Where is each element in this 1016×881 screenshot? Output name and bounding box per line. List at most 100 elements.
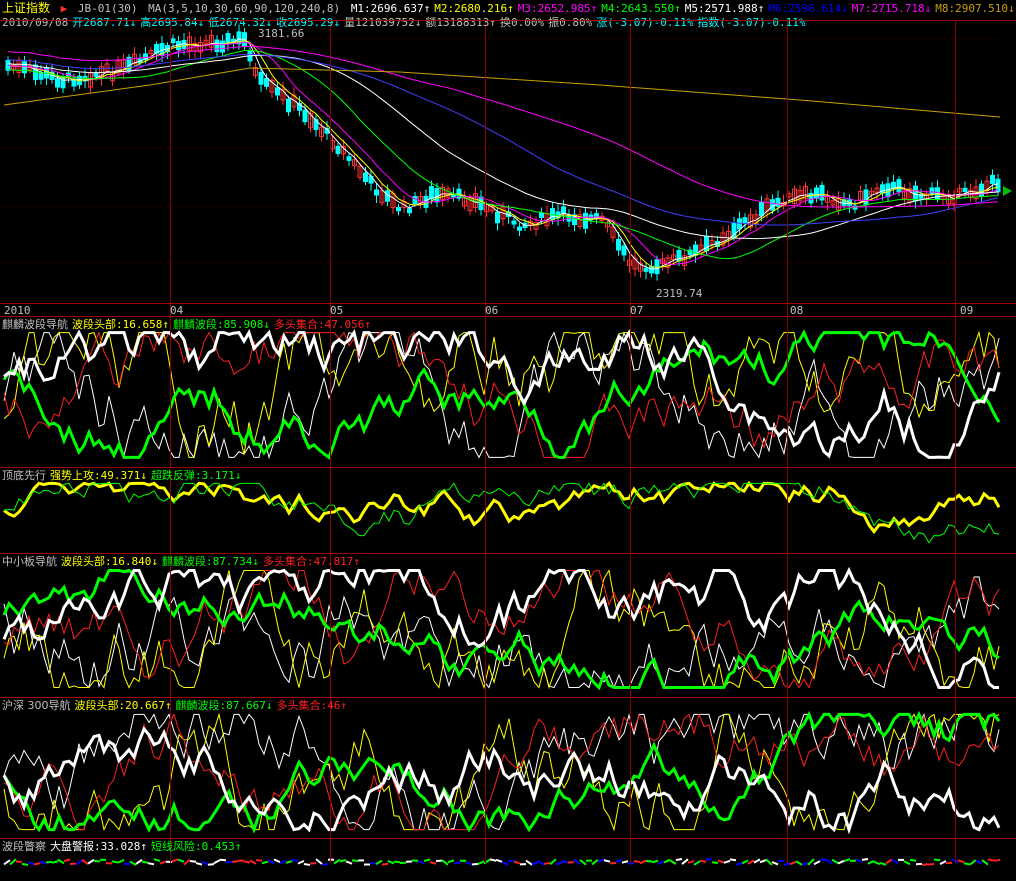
candle-body xyxy=(539,212,544,219)
alarm-line xyxy=(447,859,455,864)
main-header: 上证指数 ▶ JB-01(30) MA(3,5,10,30,60,90,120,… xyxy=(2,1,1016,16)
candle-body xyxy=(434,188,440,203)
time-separator xyxy=(630,20,631,863)
ma-value-3: M3:2652.985↑ xyxy=(517,2,598,15)
panel-value: 多头集合:47.056↑ xyxy=(273,318,371,331)
candle-body xyxy=(962,187,968,193)
panel-value: 麒麟波段:87.734↓ xyxy=(161,555,259,568)
alarm-line xyxy=(153,858,161,863)
divider xyxy=(0,553,1016,554)
panel-value: 波段头部:16.840↓ xyxy=(61,555,158,568)
candle-body xyxy=(990,174,995,184)
candle-body xyxy=(891,181,896,189)
alarm-line xyxy=(495,858,503,863)
alarm-line xyxy=(669,859,677,865)
alarm-line xyxy=(219,858,227,862)
divider xyxy=(0,838,1016,839)
alarm-line xyxy=(873,860,881,865)
alarm-line xyxy=(825,858,833,865)
panel-value: 短线风险:0.453↑ xyxy=(150,840,242,853)
candle-body xyxy=(511,220,517,225)
alarm-line xyxy=(21,862,29,866)
panel-value: 多头集合:47.817↑ xyxy=(262,555,360,568)
divider xyxy=(0,303,1016,304)
alarm-line xyxy=(141,860,149,864)
candle-body xyxy=(264,77,269,87)
alarm-line xyxy=(39,860,47,865)
alarm-line xyxy=(333,858,341,865)
alarm-line xyxy=(63,858,71,863)
quote-field: 指数(-3.07)-0.11% xyxy=(697,16,806,29)
alarm-line xyxy=(345,860,353,865)
candle-body xyxy=(170,38,176,44)
wave-head-line xyxy=(3,569,1000,690)
alarm-line xyxy=(267,859,275,865)
alarm-line xyxy=(429,861,437,865)
alarm-line xyxy=(843,858,851,863)
alarm-line xyxy=(543,861,551,865)
alarm-line xyxy=(639,859,647,865)
panel-header-hs300[interactable]: 沪深 300导航 波段头部:20.667↑ 麒麟波段:87.667↓ 多头集合:46↑ xyxy=(2,699,351,712)
alarm-line xyxy=(933,858,941,862)
time-separator xyxy=(330,20,331,863)
candle-body xyxy=(649,266,654,274)
candle-body xyxy=(742,217,748,224)
candle-body xyxy=(517,226,522,231)
indicator-name[interactable]: JB-01(30) xyxy=(78,2,138,15)
panel-header-dingdi[interactable]: 顶底先行 强势上攻:49.371↓ 超跌反弹:3.171↓ xyxy=(2,469,245,482)
alarm-line xyxy=(621,860,629,864)
play-icon[interactable]: ▶ xyxy=(61,2,68,15)
alarm-line xyxy=(627,861,635,865)
alarm-line xyxy=(207,863,215,866)
alarm-line xyxy=(603,859,611,863)
alarm-line xyxy=(501,860,509,866)
candle-body xyxy=(654,259,660,275)
panel-header-qilin[interactable]: 麒麟波段导航 波段头部:16.658↑ 麒麟波段:85.908↓ 多头集合:47.05… xyxy=(2,318,375,331)
candle-body xyxy=(616,238,621,251)
panel-value: 麒麟波段:87.667↓ xyxy=(175,699,273,712)
index-title[interactable]: 上证指数 xyxy=(2,1,50,15)
alarm-line xyxy=(315,858,323,865)
quote-field: 开2687.71↓ xyxy=(72,16,137,29)
candle-body xyxy=(214,39,220,53)
alarm-line xyxy=(861,858,869,861)
alarm-line xyxy=(879,861,887,866)
divider xyxy=(0,697,1016,698)
alarm-line xyxy=(693,860,701,866)
alarm-line xyxy=(579,859,587,866)
panel-title: 沪深 300导航 xyxy=(2,699,71,712)
alarm-line xyxy=(465,861,473,866)
panel-header-smallcap[interactable]: 中小板导航 波段头部:16.840↓ 麒麟波段:87.734↓ 多头集合:47.817… xyxy=(2,555,364,568)
time-separator xyxy=(170,20,171,863)
panel-header-wave[interactable]: 波段瞥察 大盘警报:33.028↑ 短线风险:0.453↑ xyxy=(2,840,245,853)
alarm-line xyxy=(75,859,83,866)
quote-field: 涨(-3.07)-0.11% xyxy=(596,16,694,29)
alarm-line xyxy=(723,859,731,864)
panel-value: 强势上攻:49.371↓ xyxy=(50,469,147,482)
alarm-line xyxy=(729,858,737,862)
panel-value: 波段头部:16.658↑ xyxy=(72,318,169,331)
quote-field: 量121039752↓ xyxy=(344,16,422,29)
alarm-line xyxy=(699,859,707,863)
candle-body xyxy=(181,39,187,50)
alarm-line xyxy=(891,858,899,865)
alarm-line xyxy=(837,859,845,865)
ma-value-8: M8:2907.510↓ xyxy=(935,2,1015,15)
alarm-line xyxy=(441,859,449,866)
alarm-line xyxy=(93,859,101,863)
alarm-line xyxy=(591,859,599,866)
panel-title: 麒麟波段导航 xyxy=(2,318,68,331)
stock-chart-canvas[interactable] xyxy=(0,0,1016,881)
candle-body xyxy=(429,186,434,200)
candle-body xyxy=(814,187,819,199)
candle-body xyxy=(275,87,280,96)
alarm-line xyxy=(747,859,755,865)
candle-body xyxy=(407,208,412,214)
candle-body xyxy=(896,179,902,193)
alarm-line xyxy=(633,860,641,863)
ma-value-2: M2:2680.216↑ xyxy=(434,2,514,15)
alarm-line xyxy=(753,858,761,864)
alarm-line xyxy=(813,860,821,866)
alarm-line xyxy=(597,858,605,863)
oversold-rebound-line xyxy=(3,482,1000,544)
